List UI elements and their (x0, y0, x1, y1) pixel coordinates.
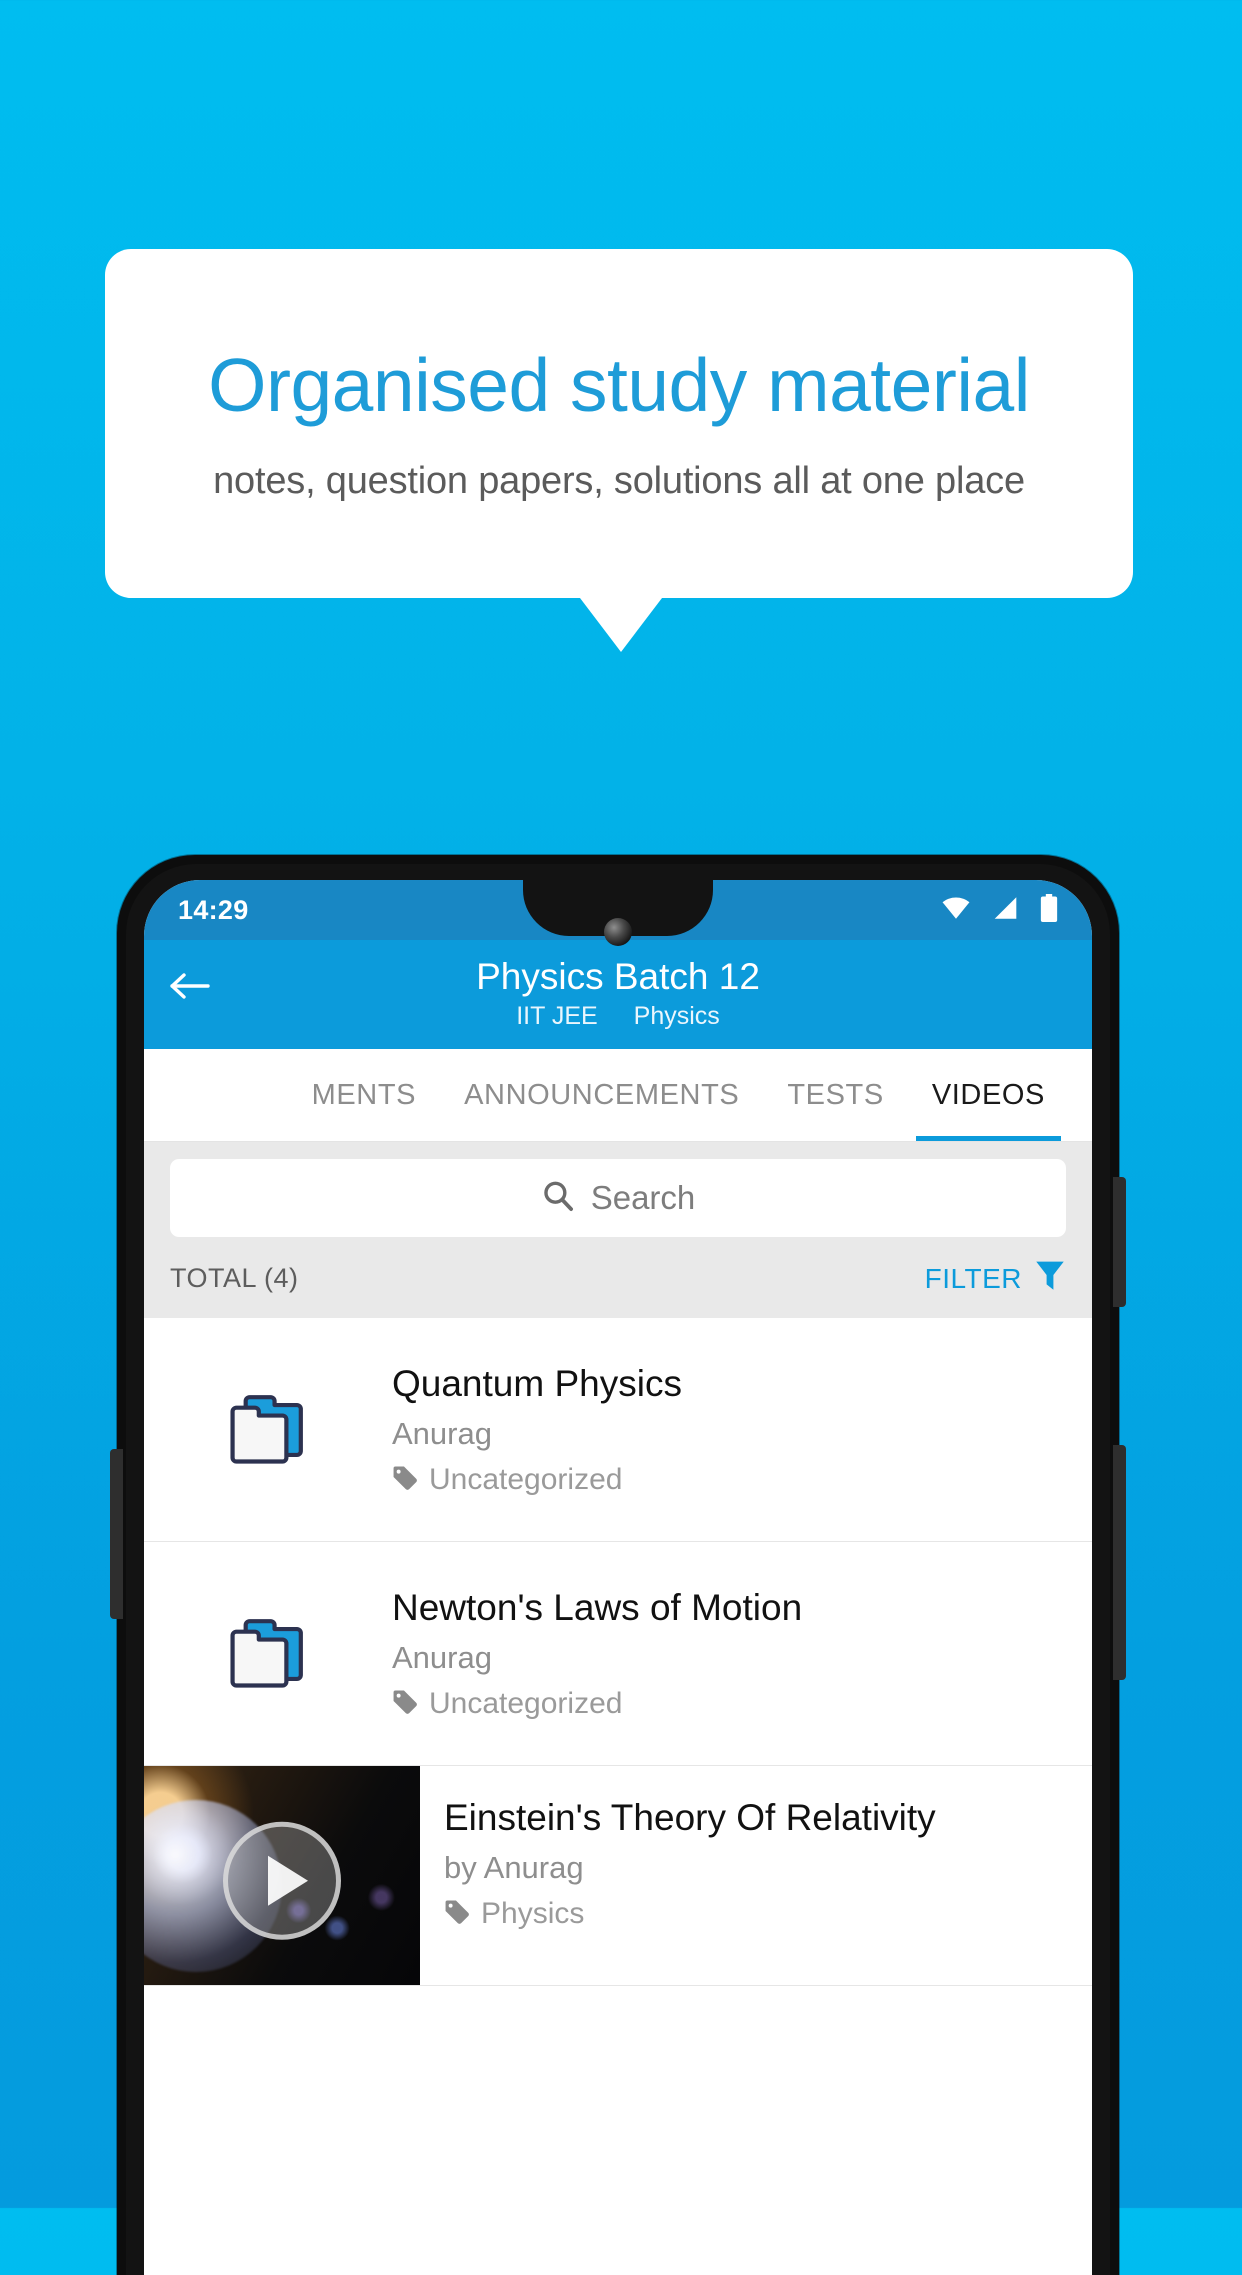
tab-videos-label: VIDEOS (931, 1078, 1045, 1111)
phone-power-button[interactable] (1113, 1445, 1126, 1680)
status-icons (941, 893, 1058, 927)
play-triangle (267, 1855, 308, 1906)
filter-label: FILTER (924, 1262, 1022, 1294)
tab-assignments[interactable]: MENTS (304, 1049, 441, 1141)
breadcrumb: IIT JEE Physics (144, 1002, 1092, 1031)
list-item-tag-label: Physics (481, 1897, 585, 1931)
tag-icon (392, 1689, 418, 1720)
phone-left-side-button[interactable] (110, 1449, 123, 1619)
search-input[interactable]: Search (170, 1159, 1066, 1237)
list-item-tag-label: Uncategorized (429, 1687, 623, 1721)
list-item-author: Anurag (392, 1640, 492, 1676)
speech-bubble-tail (580, 598, 662, 652)
phone-screen: 14:29 Physics Batch 12 IIT JEE Physics M… (144, 880, 1092, 2275)
video-thumbnail[interactable] (144, 1766, 420, 1985)
list-item[interactable]: Quantum Physics Anurag Uncategorized (144, 1318, 1092, 1542)
folder-icon (144, 1390, 392, 1470)
phone-volume-button[interactable] (1113, 1177, 1126, 1307)
tab-announcements[interactable]: ANNOUNCEMENTS (440, 1049, 763, 1141)
list-item-tag: Uncategorized (392, 1687, 802, 1721)
status-time: 14:29 (178, 894, 249, 925)
list-item-tag: Physics (444, 1897, 936, 1931)
signal-icon (992, 896, 1019, 925)
funnel-icon (1034, 1259, 1066, 1298)
page-title: Physics Batch 12 (476, 956, 760, 997)
play-icon[interactable] (223, 1821, 341, 1940)
search-zone: Search (144, 1142, 1092, 1237)
filter-button[interactable]: FILTER (925, 1259, 1066, 1298)
promo-title: Organised study material (208, 342, 1030, 427)
list-item-text: Quantum Physics Anurag Uncategorized (392, 1362, 706, 1497)
list-item-text: Einstein's Theory Of Relativity by Anura… (420, 1766, 960, 1985)
results-toolbar: TOTAL (4) FILTER (144, 1237, 1092, 1318)
content-list: Quantum Physics Anurag Uncategorized New… (144, 1318, 1092, 1986)
tab-videos[interactable]: VIDEOS (908, 1049, 1069, 1141)
search-icon (541, 1179, 575, 1218)
total-count-label: TOTAL (4) (170, 1263, 299, 1293)
app-bar: Physics Batch 12 IIT JEE Physics (144, 940, 1092, 1049)
front-camera-icon (604, 918, 632, 946)
promo-card: Organised study material notes, question… (105, 249, 1133, 598)
list-item-tag: Uncategorized (392, 1463, 682, 1497)
list-item-title: Quantum Physics (392, 1362, 682, 1404)
list-item-author: by Anurag (444, 1850, 584, 1886)
tab-bar: MENTS ANNOUNCEMENTS TESTS VIDEOS (144, 1049, 1092, 1142)
tab-announcements-label: ANNOUNCEMENTS (464, 1078, 740, 1111)
wifi-icon (941, 896, 971, 925)
list-item-author: Anurag (392, 1416, 492, 1452)
tag-icon (444, 1899, 470, 1930)
list-item-tag-label: Uncategorized (429, 1463, 623, 1497)
status-bar: 14:29 (144, 880, 1092, 946)
list-item-text: Newton's Laws of Motion Anurag Uncategor… (392, 1586, 826, 1721)
list-item-title: Newton's Laws of Motion (392, 1586, 803, 1628)
list-item[interactable]: Einstein's Theory Of Relativity by Anura… (144, 1766, 1092, 1986)
folder-icon (144, 1614, 392, 1694)
phone-frame: 14:29 Physics Batch 12 IIT JEE Physics M… (110, 855, 1126, 2275)
tag-icon (392, 1465, 418, 1496)
search-placeholder: Search (590, 1179, 696, 1216)
battery-icon (1040, 893, 1058, 927)
back-arrow-icon[interactable] (168, 964, 212, 1008)
tab-tests[interactable]: TESTS (763, 1049, 907, 1141)
promo-subtitle: notes, question papers, solutions all at… (213, 460, 1025, 503)
list-item[interactable]: Newton's Laws of Motion Anurag Uncategor… (144, 1542, 1092, 1766)
breadcrumb-exam: IIT JEE (516, 1002, 598, 1030)
breadcrumb-subject: Physics (633, 1002, 720, 1030)
tab-assignments-label: MENTS (311, 1078, 417, 1111)
list-item-title: Einstein's Theory Of Relativity (444, 1797, 936, 1838)
tab-tests-label: TESTS (787, 1078, 884, 1111)
